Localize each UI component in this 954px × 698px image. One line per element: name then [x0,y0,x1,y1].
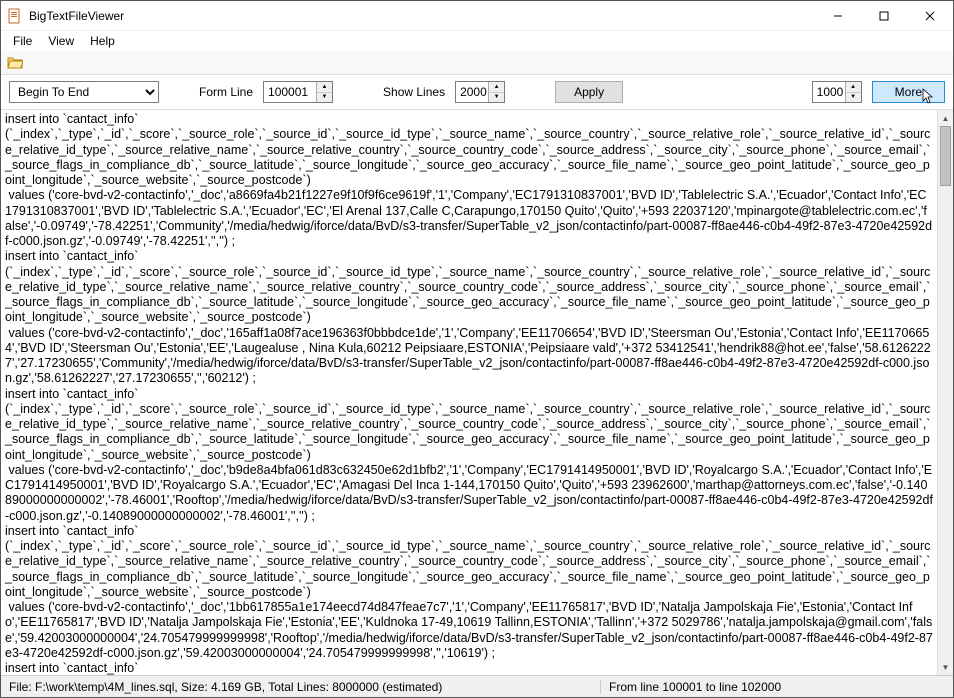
scroll-up-arrow-icon[interactable]: ▲ [938,110,953,126]
controls-row: Begin To End Form Line ▲▼ Show Lines ▲▼ … [1,75,953,109]
statusbar: File: F:\work\temp\4M_lines.sql, Size: 4… [1,675,953,697]
direction-select[interactable]: Begin To End [9,81,159,103]
toolbar [1,51,953,75]
text-pane: insert into `cantact_info` (`_index`,`_t… [1,109,953,675]
menubar: File View Help [1,31,953,51]
status-right: From line 100001 to line 102000 [601,680,789,694]
apply-button[interactable]: Apply [555,81,623,103]
mouse-cursor-icon [921,88,937,104]
menu-file[interactable]: File [5,32,40,50]
menu-help[interactable]: Help [82,32,123,50]
scroll-thumb[interactable] [940,126,951,186]
form-line-label: Form Line [199,85,253,99]
scroll-down-arrow-icon[interactable]: ▼ [938,659,953,675]
open-file-icon[interactable] [7,55,23,71]
status-left: File: F:\work\temp\4M_lines.sql, Size: 4… [1,680,601,694]
close-button[interactable] [907,1,953,30]
app-icon [7,8,23,24]
vertical-scrollbar[interactable]: ▲ ▼ [937,110,953,675]
file-content[interactable]: insert into `cantact_info` (`_index`,`_t… [1,110,937,675]
scroll-track[interactable] [938,126,953,659]
step-spinner[interactable]: ▲▼ [845,82,861,102]
minimize-button[interactable] [815,1,861,30]
menu-view[interactable]: View [40,32,82,50]
titlebar: BigTextFileViewer [1,1,953,31]
show-lines-spinner[interactable]: ▲▼ [488,82,504,102]
show-lines-label: Show Lines [383,85,445,99]
more-button[interactable]: More [872,81,945,103]
maximize-button[interactable] [861,1,907,30]
window-title: BigTextFileViewer [29,9,815,23]
more-button-label: More [895,85,922,99]
form-line-spinner[interactable]: ▲▼ [316,82,332,102]
